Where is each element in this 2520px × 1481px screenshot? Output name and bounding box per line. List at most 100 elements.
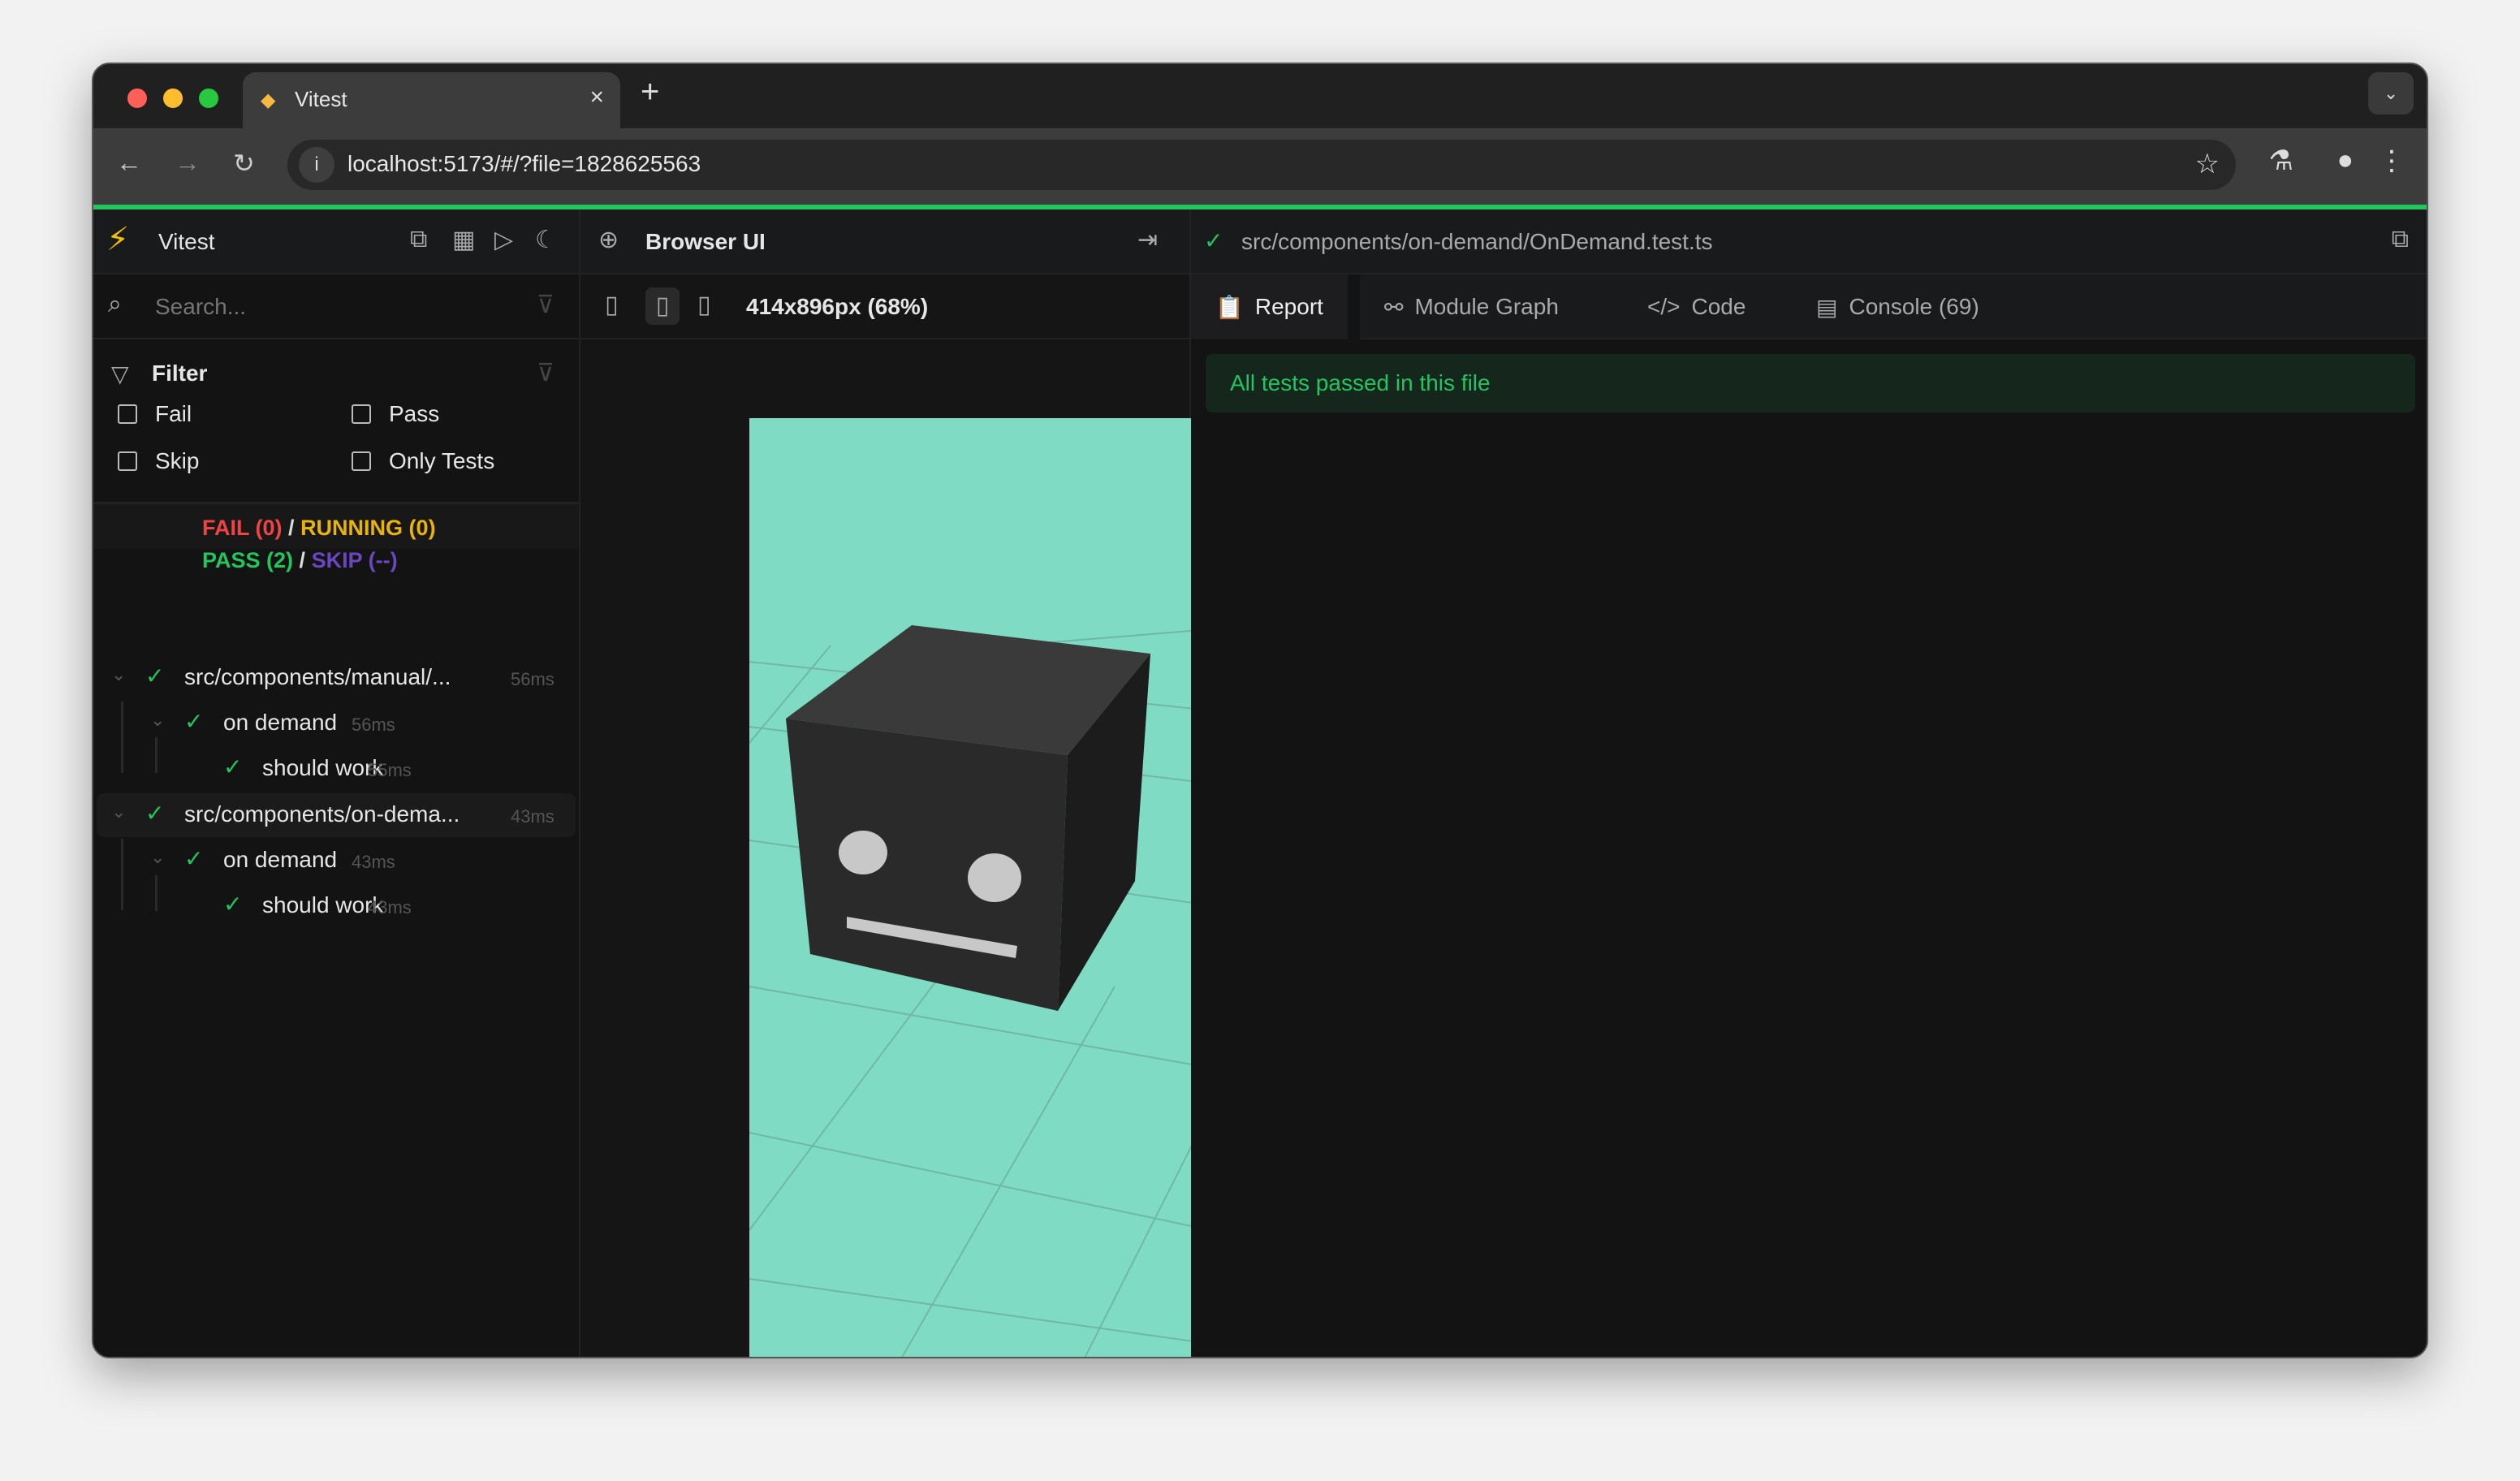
collapse-all-icon[interactable]: ⧉ [410, 226, 427, 253]
bookmark-star-icon[interactable]: ☆ [2195, 148, 2220, 180]
fail-count: FAIL (0) [202, 516, 283, 540]
clear-filter-icon[interactable]: ⊽ [537, 291, 554, 319]
tree-row[interactable]: ⌄ ✓ on demand 43ms [97, 839, 576, 883]
app-name: Vitest [158, 229, 215, 254]
tree-row[interactable]: ⌄ ✓ src/components/manual/... 56ms [97, 656, 576, 700]
vitest-favicon-icon: ◆ [261, 89, 276, 111]
browser-tab[interactable]: ◆ Vitest × [243, 72, 620, 128]
vitest-ui: ⚡ Vitest ⧉ ▦ ▷ ☾ ⌕ ⊽ ▽ Filter ⊽ Fail Pas… [93, 209, 2427, 1357]
test-duration: 43ms [368, 897, 412, 918]
pass-check-icon: ✓ [145, 663, 165, 689]
file-details-panel: ✓ src/components/on-demand/OnDemand.test… [1191, 209, 2427, 1357]
chevron-down-icon[interactable]: ⌄ [111, 801, 126, 823]
skip-label: Skip [155, 448, 200, 473]
clipboard-icon: 📋 [1215, 294, 1244, 320]
test-summary: FAIL (0) / RUNNING (0) PASS (2) / SKIP (… [202, 512, 436, 576]
browser-ui-panel: ⊕ Browser UI ⇥ ▯ ▯ ▯ 414x896px (68%) [580, 209, 1210, 1357]
search-row: ⌕ ⊽ [93, 274, 579, 339]
tab-module-graph[interactable]: ⚯ Module Graph [1360, 274, 1583, 339]
chevron-down-icon[interactable]: ⌄ [111, 664, 126, 685]
skip-count: SKIP (--) [311, 548, 398, 572]
fail-label: Fail [155, 401, 192, 426]
back-icon[interactable]: ← [116, 148, 142, 178]
small-mobile-icon[interactable]: ▯ [605, 291, 619, 319]
pass-count: PASS (2) [202, 548, 294, 572]
tablet-icon[interactable]: ▯ [697, 291, 711, 319]
test-duration: 56ms [352, 715, 395, 735]
pass-check-icon: ✓ [223, 892, 243, 917]
menu-kebab-icon[interactable]: ⋮ [2378, 145, 2406, 177]
file-path: src/components/on-demand/OnDemand.test.t… [1241, 229, 1713, 254]
large-mobile-icon[interactable]: ▯ [645, 287, 680, 325]
running-count: RUNNING (0) [300, 516, 436, 540]
tab-report[interactable]: 📋 Report [1191, 274, 1348, 339]
viewport-toolbar: ▯ ▯ ▯ 414x896px (68%) [580, 274, 1189, 339]
file-header: ✓ src/components/on-demand/OnDemand.test… [1191, 209, 2427, 274]
reload-icon[interactable]: ↻ [233, 148, 255, 179]
tab-strip: ◆ Vitest × + ⌄ [93, 64, 2427, 128]
pass-check-icon: ✓ [184, 709, 204, 734]
test-duration: 56ms [511, 669, 554, 689]
viewport-size: 414x896px (68%) [746, 294, 929, 319]
dashboard-icon[interactable]: ▦ [452, 226, 475, 254]
browser-window: ◆ Vitest × + ⌄ ← → ↻ i localhost:5173/#/… [92, 63, 2428, 1358]
test-preview-iframe[interactable] [749, 418, 1210, 1358]
open-in-editor-icon[interactable]: ⧉ [2392, 226, 2409, 253]
test-name: should work [262, 892, 384, 918]
test-name: src/components/on-dema... [184, 801, 460, 827]
search-input[interactable] [155, 291, 496, 323]
tab-label: Report [1254, 294, 1323, 319]
address-bar[interactable]: i localhost:5173/#/?file=1828625563 ☆ [287, 140, 2236, 190]
labs-flask-icon[interactable]: ⚗ [2269, 145, 2293, 177]
pass-message: All tests passed in this file [1230, 370, 1491, 395]
vitest-logo-icon: ⚡ [106, 222, 130, 257]
close-tab-icon[interactable]: × [589, 84, 604, 111]
pass-check-icon: ✓ [1204, 228, 1223, 253]
pass-banner: All tests passed in this file [1206, 354, 2415, 412]
filter-title: Filter [152, 361, 208, 386]
new-tab-button[interactable]: + [641, 74, 659, 110]
pass-check-icon: ✓ [223, 754, 243, 779]
search-icon: ⌕ [108, 291, 122, 317]
url-text: localhost:5173/#/?file=1828625563 [347, 151, 701, 176]
tree-row[interactable]: ⌄ ✓ src/components/on-dema... 43ms [97, 793, 576, 837]
minimize-window-button[interactable] [163, 89, 183, 108]
separator: / [288, 516, 295, 540]
pass-checkbox[interactable] [352, 404, 371, 424]
skip-checkbox[interactable] [118, 451, 137, 471]
tab-title: Vitest [295, 87, 347, 111]
only-tests-checkbox[interactable] [352, 451, 371, 471]
graph-icon: ⚯ [1384, 294, 1404, 320]
profile-icon[interactable]: ● [2337, 145, 2354, 176]
test-duration: 43ms [511, 806, 554, 827]
forward-icon[interactable]: → [175, 148, 201, 178]
test-name: src/components/manual/... [184, 664, 451, 689]
tree-row[interactable]: ✓ should work 55ms [97, 747, 576, 791]
dark-mode-icon[interactable]: ☾ [535, 226, 557, 254]
close-window-button[interactable] [127, 89, 147, 108]
tree-row[interactable]: ⌄ ✓ on demand 56ms [97, 702, 576, 745]
tab-search-chevron-icon[interactable]: ⌄ [2368, 72, 2414, 114]
toggle-panel-icon[interactable]: ⇥ [1137, 226, 1158, 254]
fail-checkbox[interactable] [118, 404, 137, 424]
tab-code[interactable]: </> Code [1623, 274, 1770, 339]
reset-filter-icon[interactable]: ⊽ [537, 359, 554, 387]
chevron-down-icon[interactable]: ⌄ [150, 847, 165, 868]
cube-eye-left [839, 831, 887, 874]
pass-label: Pass [389, 401, 440, 426]
browser-ui-header: ⊕ Browser UI ⇥ [580, 209, 1189, 274]
tab-label: Code [1691, 294, 1746, 319]
site-info-icon[interactable]: i [299, 147, 334, 183]
test-duration: 43ms [352, 852, 395, 872]
run-all-icon[interactable]: ▷ [494, 226, 513, 254]
chevron-down-icon[interactable]: ⌄ [150, 710, 165, 731]
test-name: on demand [223, 847, 338, 872]
separator: / [299, 548, 306, 572]
maximize-window-button[interactable] [199, 89, 218, 108]
sidebar: ⚡ Vitest ⧉ ▦ ▷ ☾ ⌕ ⊽ ▽ Filter ⊽ Fail Pas… [93, 209, 580, 1357]
filter-icon: ▽ [111, 361, 129, 386]
code-icon: </> [1647, 294, 1681, 319]
tab-label: Console (69) [1849, 294, 1979, 319]
tree-row[interactable]: ✓ should work 43ms [97, 884, 576, 928]
tab-console[interactable]: ▤ Console (69) [1792, 274, 2004, 339]
